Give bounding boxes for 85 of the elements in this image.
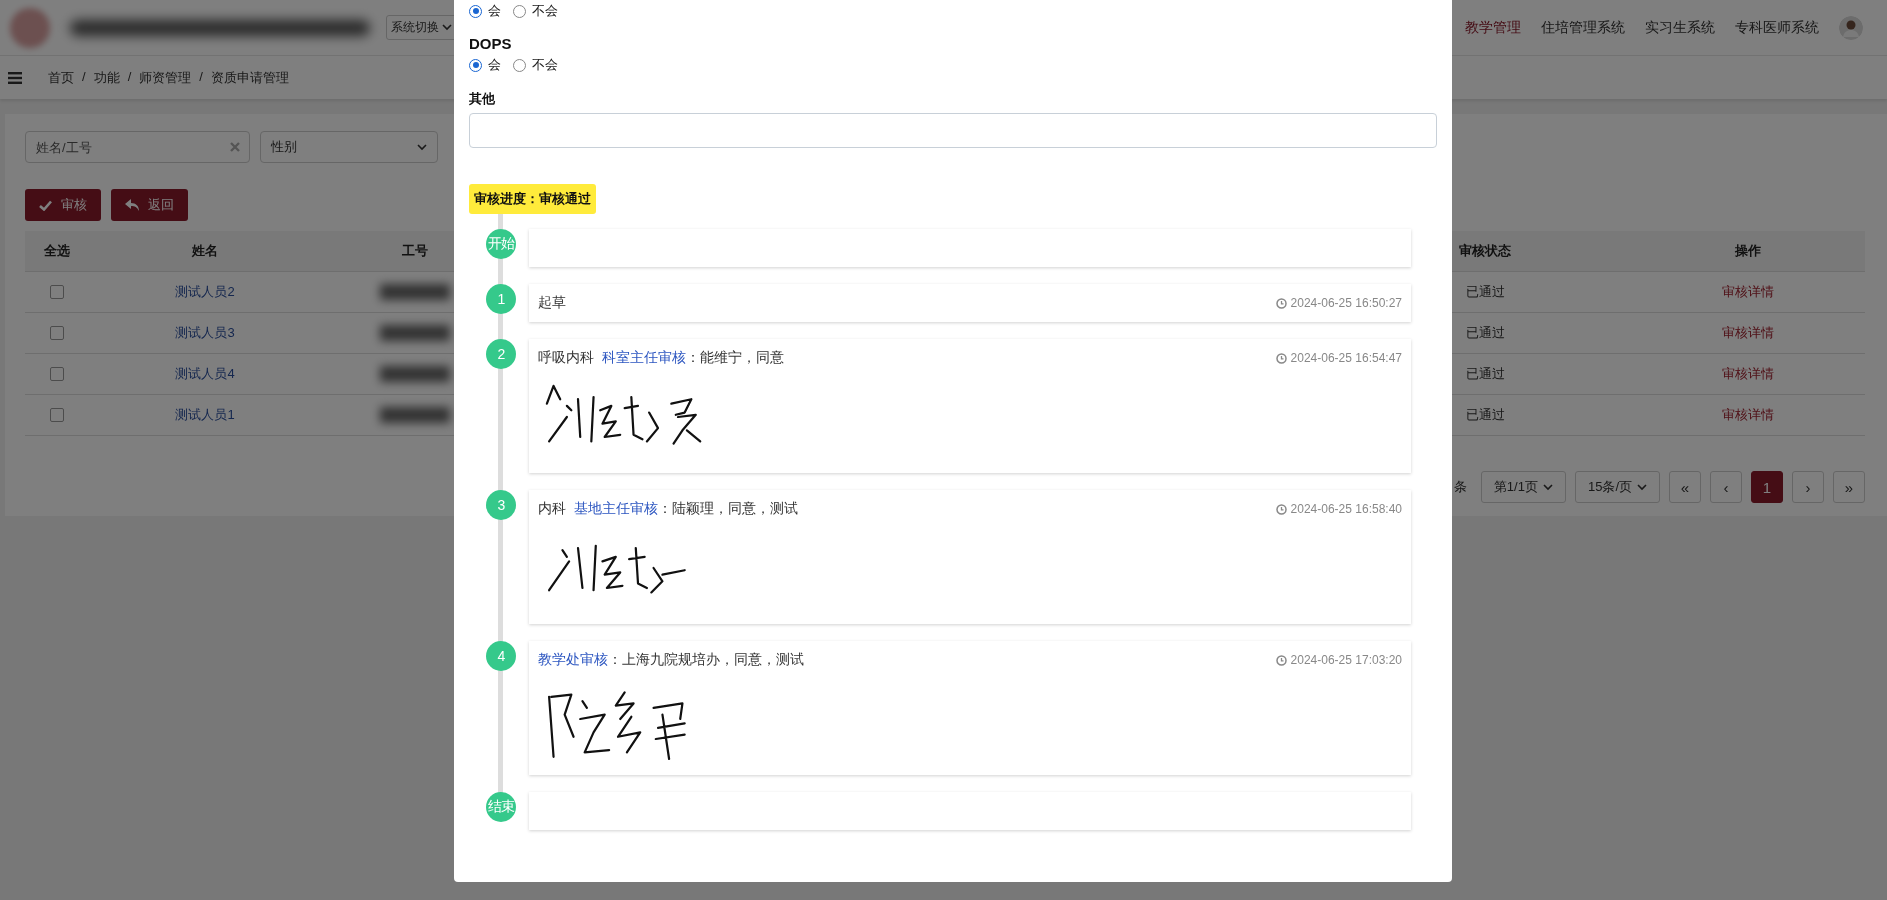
breadcrumb-separator: / — [127, 68, 132, 86]
name-link[interactable]: 测试人员2 — [89, 283, 321, 301]
caret-icon — [1637, 483, 1647, 491]
column-header: 工号 — [402, 242, 428, 260]
breadcrumb-separator: / — [199, 68, 203, 86]
name-link[interactable]: 测试人员4 — [89, 365, 321, 383]
progress-badge: 审核进度：审核通过 — [469, 184, 596, 214]
step-marker: 2 — [486, 339, 516, 369]
back-button[interactable]: 返回 — [111, 189, 188, 221]
clock-icon — [1275, 503, 1287, 515]
page-select[interactable]: 第1/1页 — [1480, 471, 1566, 503]
table-cell-text: 已通过 — [1464, 406, 1506, 424]
gender-select[interactable]: 性别 — [260, 131, 438, 163]
breadcrumb-item[interactable]: 首页 — [48, 68, 74, 87]
reply-arrow-icon — [125, 199, 139, 211]
breadcrumb-item[interactable]: 师资管理 — [139, 68, 192, 87]
page-size-select[interactable]: 15条/页 — [1574, 471, 1660, 503]
page-button[interactable]: 1 — [1751, 471, 1783, 503]
avatar-icon — [1839, 15, 1863, 40]
pager-button[interactable]: « — [1669, 471, 1701, 503]
details-link[interactable]: 审核详情 — [1630, 324, 1865, 342]
menu-icon — [8, 71, 22, 84]
radio-option[interactable]: 会 — [469, 2, 501, 20]
details-link[interactable]: 审核详情 — [1630, 365, 1865, 383]
step-description: 内科 基地主任审核：陆颖理，同意，测试 — [538, 500, 798, 518]
row-checkbox[interactable] — [50, 285, 64, 299]
timestamp: 2024-06-25 16:58:40 — [1290, 502, 1402, 516]
total-count: 条 — [1453, 478, 1467, 496]
table-cell-text: 已通过 — [1464, 365, 1506, 383]
step-marker: 结束 — [486, 792, 516, 822]
nav-link[interactable]: 专科医师系统 — [1735, 18, 1819, 37]
pager-button[interactable]: › — [1792, 471, 1824, 503]
redaction-blur — [380, 284, 450, 300]
step-description: 呼吸内科 科室主任审核：能维宁，同意 — [538, 349, 784, 367]
check-icon — [39, 199, 52, 211]
nav-link[interactable]: 教学管理 — [1465, 18, 1521, 37]
row-checkbox[interactable] — [50, 367, 64, 381]
pager-button[interactable]: ‹ — [1710, 471, 1742, 503]
column-header: 全选 — [44, 242, 70, 260]
nav-link[interactable]: 住培管理系统 — [1541, 18, 1625, 37]
step-marker: 3 — [486, 490, 516, 520]
radio-option[interactable]: 不会 — [513, 2, 558, 20]
step-description: 教学处审核：上海九院规培办，同意，测试 — [538, 651, 804, 669]
name-link[interactable]: 测试人员1 — [89, 406, 321, 424]
table-cell-text: 已通过 — [1464, 283, 1506, 301]
step-marker: 开始 — [486, 229, 516, 259]
column-header: 审核状态 — [1459, 242, 1511, 260]
redaction-blur — [380, 366, 450, 382]
details-link[interactable]: 审核详情 — [1630, 406, 1865, 424]
details-link[interactable]: 审核详情 — [1630, 283, 1865, 301]
caret-icon — [1542, 483, 1553, 491]
clock-icon — [1275, 352, 1287, 364]
field-label: 其他 — [469, 90, 496, 108]
breadcrumb-separator: / — [82, 68, 86, 86]
caret-icon — [442, 24, 452, 31]
column-header: 姓名 — [192, 242, 218, 260]
column-header: 操作 — [1734, 242, 1761, 260]
timestamp: 2024-06-25 16:50:27 — [1290, 296, 1402, 310]
radio-option[interactable]: 会 — [469, 56, 501, 74]
nav-link[interactable]: 实习生系统 — [1645, 18, 1715, 37]
clear-icon — [230, 142, 240, 152]
table-cell-text: 已通过 — [1464, 324, 1506, 342]
pager-button[interactable]: » — [1833, 471, 1865, 503]
caret-icon — [417, 143, 427, 151]
question-label: DOPS — [469, 34, 513, 54]
redaction-blur — [380, 325, 450, 341]
radio-option[interactable]: 不会 — [513, 56, 558, 74]
text-input[interactable] — [469, 113, 1437, 148]
name-link[interactable]: 测试人员3 — [89, 324, 321, 342]
row-checkbox[interactable] — [50, 326, 64, 340]
approve-button[interactable]: 审核 — [25, 189, 101, 221]
row-checkbox[interactable] — [50, 408, 64, 422]
search-field[interactable]: 姓名/工号 — [25, 131, 250, 163]
clock-icon — [1275, 297, 1287, 309]
timestamp: 2024-06-25 17:03:20 — [1290, 653, 1402, 667]
system-switch-dropdown[interactable]: 系统切换 — [386, 15, 457, 40]
breadcrumb-item[interactable]: 功能 — [93, 68, 120, 87]
redaction-blur — [380, 407, 450, 423]
clock-icon — [1275, 654, 1287, 666]
breadcrumb-item[interactable]: 资质申请管理 — [210, 68, 289, 87]
logo-blur — [10, 7, 50, 48]
step-description: 起草 — [538, 294, 566, 312]
step-marker: 1 — [486, 284, 516, 314]
step-marker: 4 — [486, 641, 516, 671]
timestamp: 2024-06-25 16:54:47 — [1290, 351, 1402, 365]
